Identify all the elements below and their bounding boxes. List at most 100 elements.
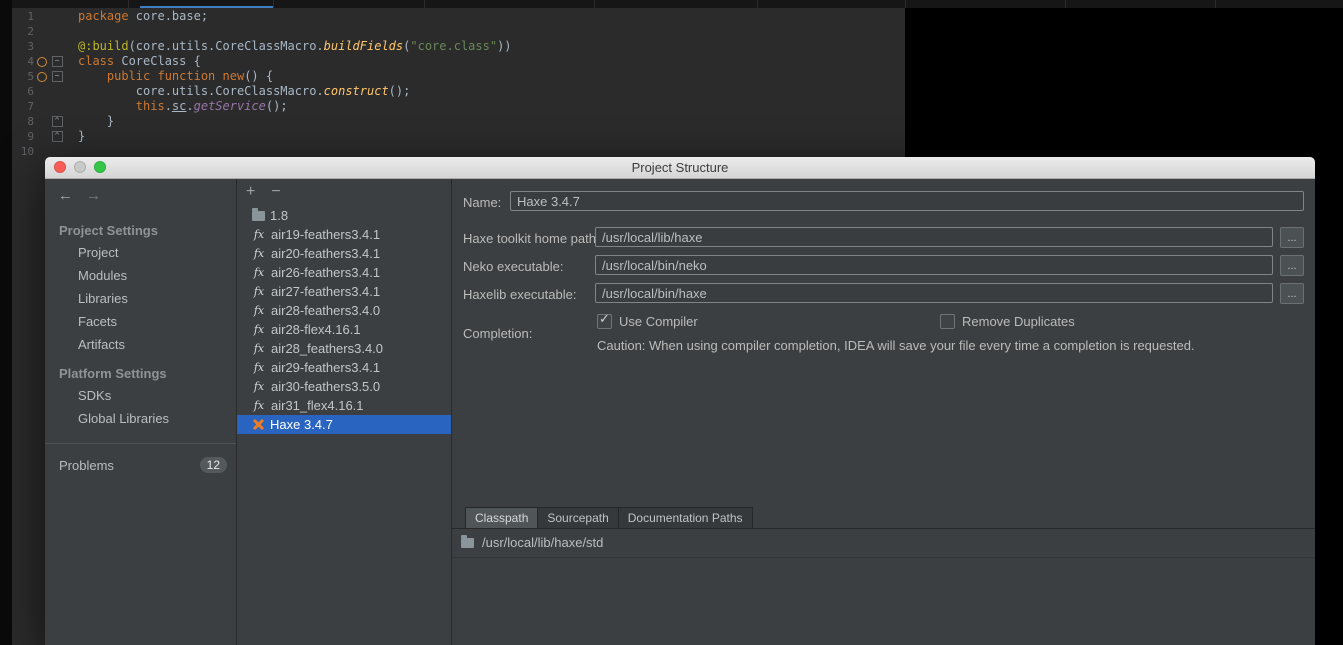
folder-icon bbox=[461, 534, 474, 548]
neko-executable-field[interactable] bbox=[595, 255, 1273, 275]
sdk-item-label: air28_feathers3.4.0 bbox=[271, 341, 384, 356]
tab-divider bbox=[1065, 0, 1066, 8]
tab-classpath[interactable]: Classpath bbox=[465, 507, 538, 529]
flex-sdk-icon: fx bbox=[253, 285, 265, 298]
field-label: Haxe toolkit home path: bbox=[463, 231, 600, 246]
browse-button[interactable]: ... bbox=[1280, 283, 1304, 304]
line-number: 6 bbox=[27, 85, 34, 98]
sdk-list-item[interactable]: fx air27-feathers3.4.1 bbox=[237, 282, 451, 301]
dialog-title: Project Structure bbox=[631, 160, 729, 175]
dialog-body: ← → Project Settings Project Modules Librar… bbox=[45, 179, 1315, 645]
sdk-list-item[interactable]: fx air26-feathers3.4.1 bbox=[237, 263, 451, 282]
folder-icon bbox=[252, 207, 265, 221]
line-number: 4 bbox=[27, 55, 34, 68]
flex-sdk-icon: fx bbox=[253, 380, 265, 393]
use-compiler-label: Use Compiler bbox=[619, 313, 698, 329]
sdk-name-field[interactable] bbox=[510, 191, 1304, 211]
problems-label: Problems bbox=[59, 457, 114, 473]
browse-button[interactable]: ... bbox=[1280, 255, 1304, 276]
sidebar-item-project[interactable]: Project bbox=[45, 241, 236, 264]
sidebar-item-problems[interactable]: Problems 12 bbox=[45, 453, 236, 477]
field-label: Neko executable: bbox=[463, 259, 564, 274]
forward-icon[interactable]: → bbox=[86, 187, 101, 213]
sdk-list-item[interactable]: fx air28_feathers3.4.0 bbox=[237, 339, 451, 358]
use-compiler-checkbox[interactable]: Use Compiler bbox=[597, 311, 698, 329]
flex-sdk-icon: fx bbox=[253, 247, 265, 260]
sdk-list-item[interactable]: fx air28-flex4.16.1 bbox=[237, 320, 451, 339]
name-row: Name: bbox=[452, 191, 1315, 213]
sdk-item-label: 1.8 bbox=[270, 208, 289, 223]
code-line: core.utils.CoreClassMacro.construct(); bbox=[78, 84, 411, 98]
sdk-list-item[interactable]: Haxe 3.4.7 bbox=[237, 415, 451, 434]
code-line: class CoreClass { bbox=[78, 54, 201, 68]
code-lines[interactable]: package core.base; @:build(core.utils.Co… bbox=[78, 9, 512, 159]
code-line: package core.base; bbox=[78, 9, 209, 23]
gutter-row: 9 ^ bbox=[12, 129, 66, 144]
sdk-list-item[interactable]: fx air31_flex4.16.1 bbox=[237, 396, 451, 415]
tab-sourcepath[interactable]: Sourcepath bbox=[537, 507, 618, 529]
tab-divider bbox=[1215, 0, 1216, 8]
sdk-list-item[interactable]: fx air30-feathers3.5.0 bbox=[237, 377, 451, 396]
code-line: } bbox=[78, 114, 115, 128]
browse-button[interactable]: ... bbox=[1280, 227, 1304, 248]
sdk-item-label: air28-flex4.16.1 bbox=[271, 322, 361, 337]
classpath-table: /usr/local/lib/haxe/std bbox=[452, 529, 1315, 556]
sidebar-item-sdks[interactable]: SDKs bbox=[45, 384, 236, 407]
classpath-row[interactable]: /usr/local/lib/haxe/std bbox=[452, 529, 1315, 556]
zoom-button[interactable] bbox=[94, 161, 106, 173]
sidebar-sections: Project Settings Project Modules Libraries F… bbox=[45, 220, 236, 430]
problems-count-badge: 12 bbox=[199, 457, 227, 473]
close-button[interactable] bbox=[54, 161, 66, 173]
sdk-item-label: air29-feathers3.4.1 bbox=[271, 360, 381, 375]
sdk-list-item[interactable]: 1.8 bbox=[237, 206, 451, 225]
sdk-config-panel: Name: Haxe toolkit home path:...Neko exe… bbox=[452, 179, 1315, 645]
tab-divider bbox=[424, 0, 425, 8]
haxelib-executable-field[interactable] bbox=[595, 283, 1273, 303]
code-line: } bbox=[78, 129, 86, 143]
tab-divider bbox=[594, 0, 595, 8]
tool-window-strip bbox=[0, 0, 12, 645]
remove-duplicates-checkbox[interactable]: Remove Duplicates bbox=[940, 313, 1075, 329]
sidebar-item-global-libraries[interactable]: Global Libraries bbox=[45, 407, 236, 430]
tab-documentation-paths[interactable]: Documentation Paths bbox=[617, 507, 753, 529]
override-marker-icon[interactable] bbox=[37, 71, 47, 82]
tab-divider bbox=[128, 0, 129, 8]
sdk-list-panel: + − 1.8 fx air19-feathers3.4.1 fx air20-feat… bbox=[237, 179, 452, 645]
sdk-list-item[interactable]: fx air29-feathers3.4.1 bbox=[237, 358, 451, 377]
form-row: Neko executable:... bbox=[452, 255, 1315, 277]
flex-sdk-icon: fx bbox=[253, 228, 265, 241]
completion-label: Completion: bbox=[463, 326, 533, 341]
fold-marker-icon[interactable]: − bbox=[51, 56, 63, 67]
line-number: 10 bbox=[20, 145, 34, 158]
row-separator bbox=[452, 557, 1315, 558]
gutter-row: 1 bbox=[12, 9, 66, 24]
fold-marker-icon[interactable]: ^ bbox=[51, 131, 63, 142]
editor-tab-bar[interactable] bbox=[12, 0, 1343, 8]
gutter-row: 3 bbox=[12, 39, 66, 54]
sdk-list-item[interactable]: fx air28-feathers3.4.0 bbox=[237, 301, 451, 320]
flex-sdk-icon: fx bbox=[253, 323, 265, 336]
sdk-list-item[interactable]: fx air20-feathers3.4.1 bbox=[237, 244, 451, 263]
sdk-item-label: air19-feathers3.4.1 bbox=[271, 227, 381, 242]
settings-sidebar: ← → Project Settings Project Modules Librar… bbox=[45, 179, 237, 645]
line-number: 1 bbox=[27, 10, 34, 23]
sidebar-item-artifacts[interactable]: Artifacts bbox=[45, 333, 236, 356]
fold-marker-icon[interactable]: − bbox=[51, 71, 63, 82]
sdk-item-label: air28-feathers3.4.0 bbox=[271, 303, 381, 318]
caution-text: Caution: When using compiler completion,… bbox=[597, 338, 1195, 353]
override-marker-icon[interactable] bbox=[37, 56, 47, 67]
tab-divider bbox=[757, 0, 758, 8]
fold-marker-icon[interactable]: ^ bbox=[51, 116, 63, 127]
dialog-titlebar[interactable]: Project Structure bbox=[45, 157, 1315, 179]
back-icon[interactable]: ← bbox=[58, 187, 73, 213]
flex-sdk-icon: fx bbox=[253, 399, 265, 412]
sidebar-divider bbox=[45, 443, 236, 444]
sidebar-item-modules[interactable]: Modules bbox=[45, 264, 236, 287]
sidebar-item-facets[interactable]: Facets bbox=[45, 310, 236, 333]
minimize-button[interactable] bbox=[74, 161, 86, 173]
haxe-icon bbox=[252, 418, 265, 431]
sdk-item-label: air26-feathers3.4.1 bbox=[271, 265, 381, 280]
sdk-list-item[interactable]: fx air19-feathers3.4.1 bbox=[237, 225, 451, 244]
sidebar-item-libraries[interactable]: Libraries bbox=[45, 287, 236, 310]
haxe-toolkit-home-path-field[interactable] bbox=[595, 227, 1273, 247]
